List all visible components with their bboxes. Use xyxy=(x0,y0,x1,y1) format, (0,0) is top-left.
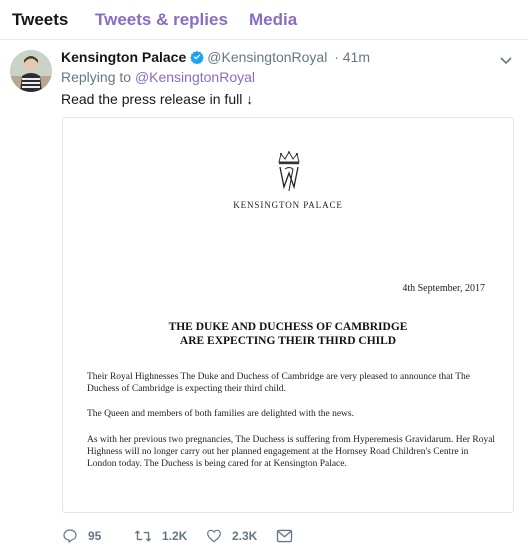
like-button[interactable]: 2.3K xyxy=(206,527,257,545)
release-paragraph-1: Their Royal Highnesses The Duke and Duch… xyxy=(87,372,470,394)
like-count: 2.3K xyxy=(232,529,258,543)
reply-button[interactable]: 95 xyxy=(62,527,101,545)
envelope-icon xyxy=(276,529,293,543)
profile-tabs: Tweets Tweets & replies Media xyxy=(0,0,528,40)
heart-icon xyxy=(207,529,221,543)
tweet-header: Kensington Palace @KensingtonRoyal · 41m xyxy=(61,47,370,67)
headline-line-1: THE DUKE AND DUCHESS OF CAMBRIDGE xyxy=(168,321,408,333)
tweet-actions: 95 1.2K 2.3K xyxy=(62,527,522,545)
release-paragraph-2: The Queen and members of both families a… xyxy=(87,409,354,419)
release-headline: THE DUKE AND DUCHESS OF CAMBRIDGE ARE EX… xyxy=(63,320,513,348)
avatar-photo xyxy=(10,50,52,92)
tweet-text: Read the press release in full ↓ xyxy=(61,91,254,107)
chevron-down-icon[interactable] xyxy=(500,52,512,70)
tab-tweets[interactable]: Tweets xyxy=(12,10,68,30)
tab-tweets-and-replies[interactable]: Tweets & replies xyxy=(95,10,228,30)
retweet-icon xyxy=(134,530,152,542)
release-date: 4th September, 2017 xyxy=(402,283,485,294)
tab-media[interactable]: Media xyxy=(249,10,297,30)
replying-prefix: Replying to xyxy=(61,69,132,85)
reply-icon xyxy=(63,529,77,543)
direct-message-button[interactable] xyxy=(276,527,303,545)
reply-count: 95 xyxy=(88,529,102,543)
avatar[interactable] xyxy=(10,50,52,92)
author-handle[interactable]: @KensingtonRoyal xyxy=(207,49,327,65)
replying-to: Replying to @KensingtonRoyal xyxy=(61,68,255,86)
tweet-timestamp[interactable]: · 41m xyxy=(334,49,370,65)
retweet-count: 1.2K xyxy=(162,529,188,543)
release-paragraph-3: As with her previous two pregnancies, Th… xyxy=(87,435,496,469)
replying-to-link[interactable]: @KensingtonRoyal xyxy=(135,69,255,85)
retweet-button[interactable]: 1.2K xyxy=(134,527,187,545)
palace-name: KENSINGTON PALACE xyxy=(233,200,343,210)
headline-line-2: ARE EXPECTING THEIR THIRD CHILD xyxy=(179,335,397,347)
verified-badge-icon xyxy=(190,49,205,69)
press-release-image[interactable]: KENSINGTON PALACE 4th September, 2017 TH… xyxy=(62,117,514,513)
author-name[interactable]: Kensington Palace xyxy=(61,49,186,65)
royal-cypher-icon xyxy=(271,150,307,200)
